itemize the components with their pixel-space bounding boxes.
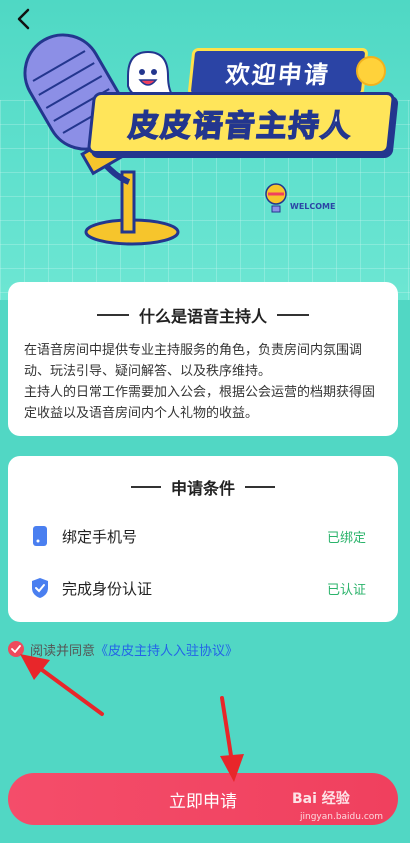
- title-divider: [245, 486, 275, 488]
- arrow-to-checkbox: [20, 654, 104, 716]
- back-button[interactable]: [8, 4, 38, 34]
- title-divider: [277, 314, 309, 316]
- title-divider: [96, 314, 129, 316]
- section-title: 什么是语音主持人: [24, 300, 382, 330]
- condition-row-phone[interactable]: 绑定手机号 已绑定: [8, 516, 398, 556]
- check-icon: [11, 645, 21, 653]
- agreement-link[interactable]: 《皮皮主持人入驻协议》: [95, 640, 238, 659]
- welcome-text: WELCOME: [290, 202, 336, 211]
- condition-label: 绑定手机号: [62, 527, 138, 546]
- agreement-row: 阅读并同意 《皮皮主持人入驻协议》: [8, 638, 238, 660]
- section-title: 申请条件: [8, 472, 398, 502]
- banner-line2: 皮皮语音主持人: [86, 92, 396, 154]
- chevron-left-icon: [17, 8, 30, 30]
- conditions-card: 申请条件 绑定手机号 已绑定 完成身份认证 已认证: [8, 456, 398, 622]
- what-is-title: 什么是语音主持人: [138, 307, 267, 326]
- title-divider: [130, 486, 161, 488]
- description-paragraph: 在语音房间中提供专业主持服务的角色，负责房间内氛围调动、玩法引导、疑问解答、以及…: [24, 343, 363, 379]
- agreement-checkbox[interactable]: [8, 641, 24, 657]
- shield-check-icon: [32, 578, 48, 598]
- banner-line1: 欢迎申请: [187, 48, 369, 96]
- welcome-banner: 欢迎申请 皮皮语音主持人: [86, 48, 396, 154]
- description-paragraph: 主持人的日常工作需要加入公会，根据公会运营的档期获得固定收益以及语音房间内个人礼…: [24, 385, 376, 421]
- arrow-to-apply-button: [220, 696, 244, 782]
- condition-status: 已认证: [326, 582, 366, 598]
- condition-label: 完成身份认证: [62, 579, 153, 598]
- balloon-icon: [265, 183, 287, 213]
- agreement-prefix: 阅读并同意: [30, 643, 96, 659]
- hero-banner: 欢迎申请 皮皮语音主持人 WELCOME: [0, 0, 410, 300]
- conditions-title: 申请条件: [170, 479, 235, 498]
- phone-icon: [33, 526, 47, 546]
- what-is-description: 在语音房间中提供专业主持服务的角色，负责房间内氛围调动、玩法引导、疑问解答、以及…: [24, 340, 382, 424]
- smiley-icon: [356, 56, 386, 86]
- what-is-card: 什么是语音主持人 在语音房间中提供专业主持服务的角色，负责房间内氛围调动、玩法引…: [8, 282, 398, 436]
- watermark-logo: Bai 经验: [292, 791, 350, 807]
- welcome-badge: WELCOME: [264, 182, 344, 218]
- watermark-url: jingyan.baidu.com: [300, 812, 384, 822]
- condition-status: 已绑定: [326, 530, 366, 546]
- condition-row-identity[interactable]: 完成身份认证 已认证: [8, 568, 398, 608]
